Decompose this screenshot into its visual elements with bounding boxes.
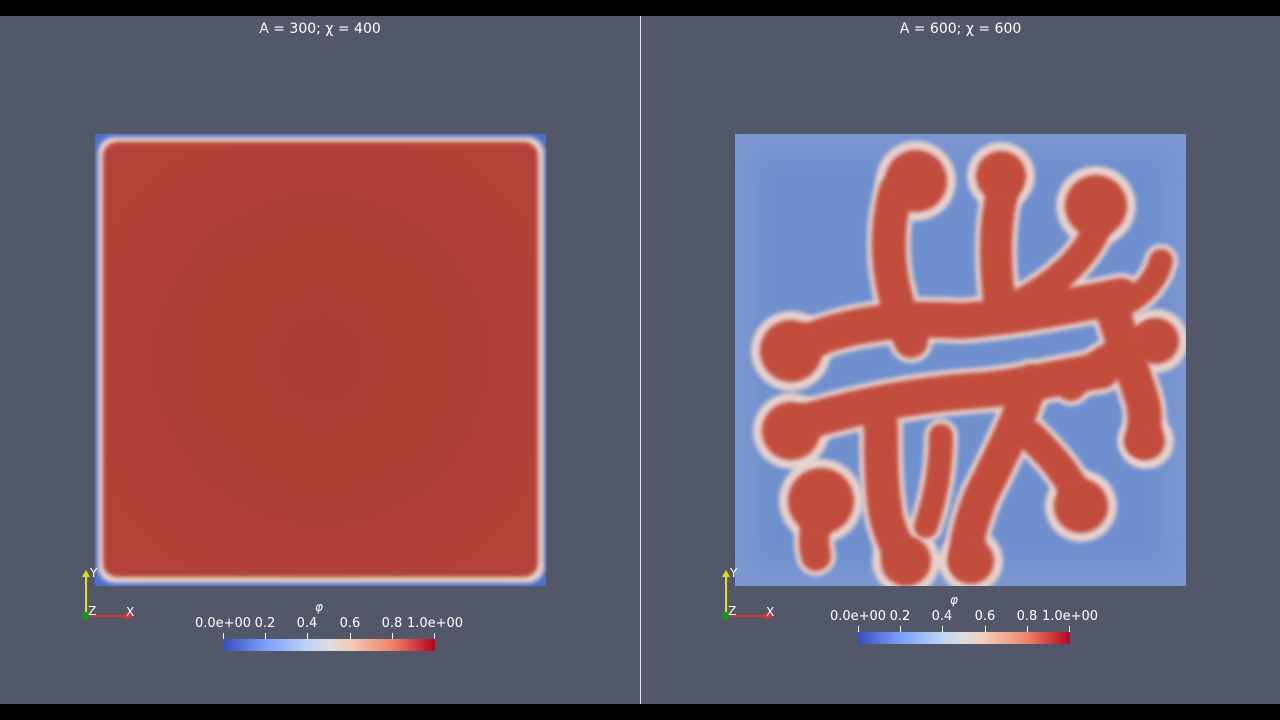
colorbar-gradient bbox=[223, 639, 435, 651]
colorbar-title: φ bbox=[950, 593, 958, 607]
colorbar-label: 0.4 bbox=[296, 616, 318, 631]
colorbar-label: 0.8 bbox=[381, 616, 403, 631]
colorbar-label: 1.0e+00 bbox=[406, 616, 464, 631]
colorbar: φ 0.0e+00 0.2 0.4 0.6 0.8 1.0e+00 bbox=[195, 600, 463, 660]
colorbar-label: 0.2 bbox=[889, 609, 911, 624]
colorbar-label: 0.0e+00 bbox=[194, 616, 252, 631]
right-render-view[interactable]: A = 600; χ = 600 Y Z X φ 0.0e+00 0.2 0.4… bbox=[641, 16, 1280, 704]
z-axis-label: Z bbox=[88, 604, 97, 618]
colorbar-gradient bbox=[858, 632, 1070, 644]
colorbar: φ 0.0e+00 0.2 0.4 0.6 0.8 1.0e+00 bbox=[830, 593, 1098, 653]
colorbar-label: 0.6 bbox=[974, 609, 996, 624]
colorbar-label: 0.6 bbox=[339, 616, 361, 631]
colorbar-label: 0.2 bbox=[254, 616, 276, 631]
x-axis-label: X bbox=[766, 605, 775, 619]
colorbar-label: 1.0e+00 bbox=[1041, 609, 1099, 624]
colorbar-label: 0.8 bbox=[1016, 609, 1038, 624]
colorbar-title: φ bbox=[315, 600, 323, 614]
orientation-axes: Y Z X bbox=[78, 566, 148, 628]
z-axis-label: Z bbox=[728, 604, 737, 618]
x-axis-label: X bbox=[126, 605, 135, 619]
y-axis-label: Y bbox=[730, 566, 738, 580]
colorbar-label: 0.0e+00 bbox=[829, 609, 887, 624]
y-axis-label: Y bbox=[90, 566, 98, 580]
colorbar-label: 0.4 bbox=[931, 609, 953, 624]
left-render-view[interactable]: A = 300; χ = 400 Y Z X φ 0.0e+00 0.2 0.4 bbox=[0, 16, 640, 704]
orientation-axes: Y Z X bbox=[718, 566, 788, 628]
